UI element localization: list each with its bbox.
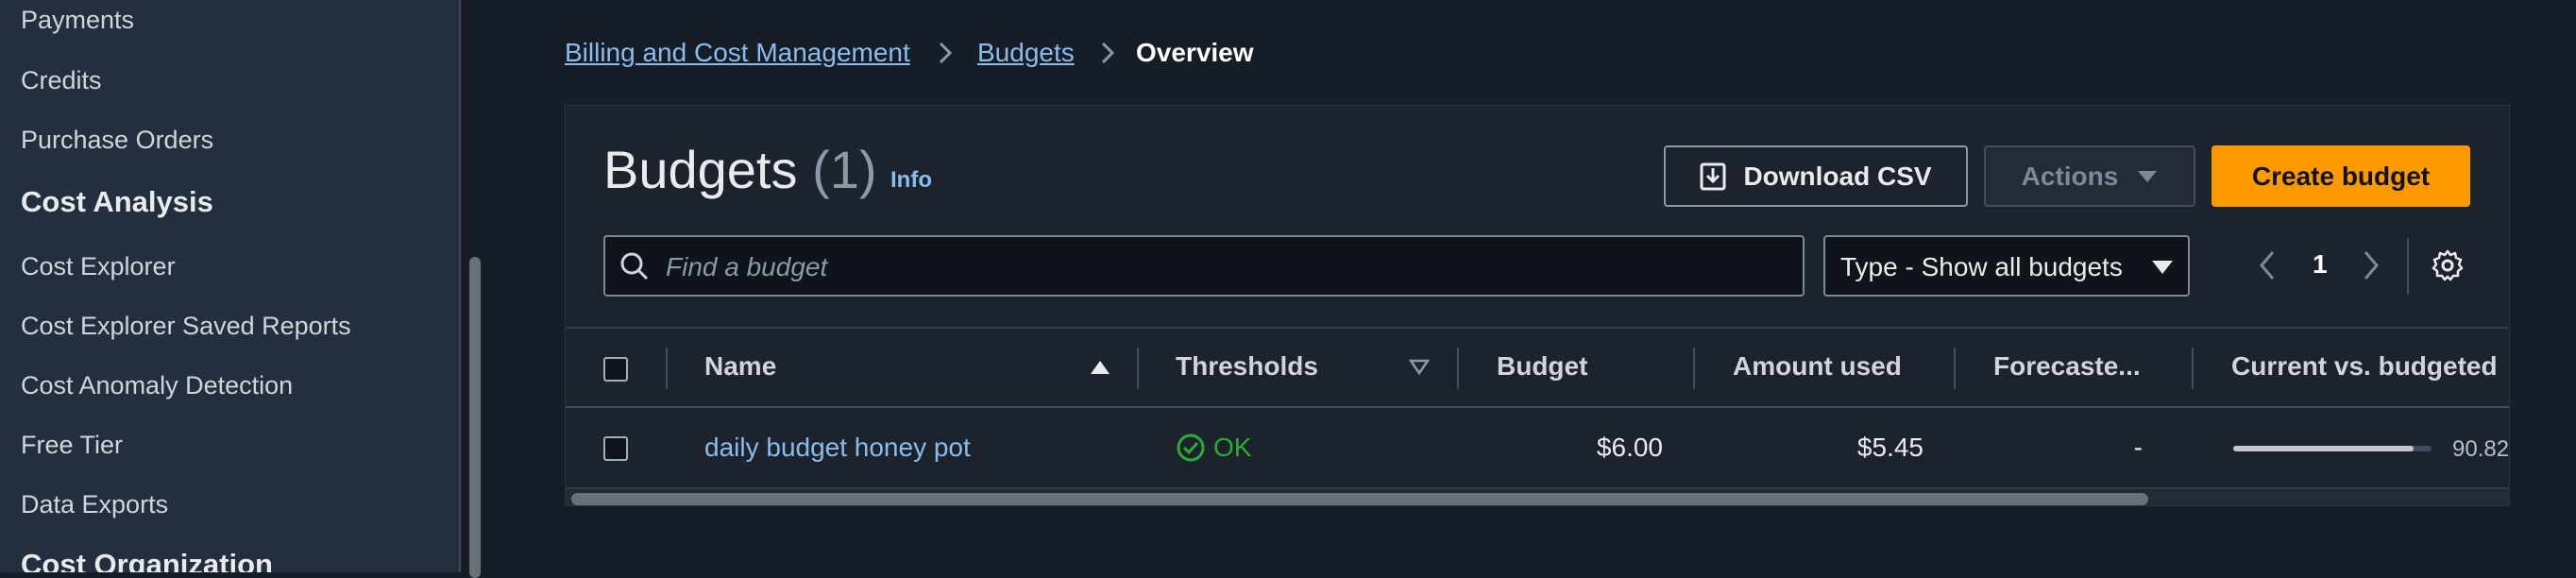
- amount-used: $5.45: [1856, 433, 1924, 462]
- sidebar-item-purchase-orders[interactable]: Purchase Orders: [21, 126, 213, 155]
- column-divider: [2192, 348, 2194, 389]
- page-title: Budgets (1): [603, 139, 877, 200]
- column-header-forecasted[interactable]: Forecaste...: [1993, 351, 2141, 382]
- sidebar-item-credits[interactable]: Credits: [21, 66, 102, 95]
- download-csv-label: Download CSV: [1743, 161, 1932, 191]
- current-page-number[interactable]: 1: [2313, 249, 2328, 280]
- chevron-right-icon: [1101, 42, 1115, 64]
- breadcrumb-budgets-link[interactable]: Budgets: [977, 38, 1075, 68]
- budgets-table-card: Budgets (1) Info Download CSV Actions Cr…: [565, 105, 2510, 506]
- actions-label: Actions: [2021, 161, 2119, 191]
- info-link[interactable]: Info: [890, 167, 932, 194]
- column-divider: [1457, 348, 1459, 389]
- sidebar-item-data-exports[interactable]: Data Exports: [21, 490, 168, 519]
- sidebar-section-cost-analysis: Cost Analysis: [21, 185, 213, 218]
- budget-type-select-value: Type - Show all budgets: [1840, 252, 2123, 281]
- sidebar-item-payments[interactable]: Payments: [21, 6, 134, 35]
- budget-name-link[interactable]: daily budget honey pot: [704, 433, 971, 463]
- column-header-name[interactable]: Name: [704, 351, 776, 382]
- search-input[interactable]: Find a budget: [603, 235, 1805, 297]
- download-csv-button[interactable]: Download CSV: [1664, 145, 1968, 207]
- current-vs-budgeted-progress-bar: [2233, 446, 2432, 451]
- table-header: Name Thresholds Budget Amount used Forec…: [566, 327, 2509, 408]
- sidebar-nav: Payments Credits Purchase Orders Cost An…: [0, 0, 461, 572]
- select-all-checkbox[interactable]: [603, 357, 628, 382]
- column-divider: [1693, 348, 1695, 389]
- pagination-divider: [2407, 238, 2409, 295]
- current-vs-budgeted-value: 90.82: [2452, 436, 2510, 462]
- chevron-right-icon: [939, 42, 953, 64]
- forecasted-amount: -: [2133, 433, 2143, 462]
- sidebar-item-cost-explorer-saved-reports[interactable]: Cost Explorer Saved Reports: [21, 312, 351, 341]
- caret-down-icon: [2138, 170, 2158, 182]
- budget-type-select[interactable]: Type - Show all budgets: [1823, 235, 2190, 297]
- sidebar-item-cost-explorer[interactable]: Cost Explorer: [21, 252, 176, 281]
- table-row: daily budget honey pot OK $6.00 $5.45 - …: [566, 408, 2510, 489]
- budget-count: (1): [812, 140, 877, 199]
- column-header-budget[interactable]: Budget: [1497, 351, 1587, 382]
- search-icon: [620, 252, 649, 280]
- progress-bar-fill: [2233, 446, 2414, 451]
- previous-page-icon[interactable]: [2256, 248, 2279, 282]
- sidebar-scrollbar-thumb[interactable]: [469, 257, 481, 578]
- table-horizontal-scrollbar[interactable]: [566, 489, 2509, 505]
- table-horizontal-scrollbar-thumb[interactable]: [571, 493, 2148, 505]
- budget-amount: $6.00: [1596, 433, 1663, 462]
- column-divider: [1137, 348, 1139, 389]
- search-placeholder: Find a budget: [666, 252, 828, 281]
- column-header-current-vs-budgeted[interactable]: Current vs. budgeted: [2231, 351, 2498, 382]
- gear-icon[interactable]: [2431, 248, 2465, 282]
- column-header-amount-used[interactable]: Amount used: [1733, 351, 1902, 382]
- status-ok-icon: [1177, 434, 1205, 462]
- breadcrumb-billing-link[interactable]: Billing and Cost Management: [565, 38, 910, 68]
- column-header-thresholds[interactable]: Thresholds: [1176, 351, 1318, 382]
- row-select-checkbox[interactable]: [603, 436, 628, 461]
- sidebar-item-cost-anomaly-detection[interactable]: Cost Anomaly Detection: [21, 371, 293, 400]
- threshold-status: OK: [1213, 433, 1252, 462]
- sort-ascending-icon[interactable]: [1090, 359, 1110, 376]
- sort-icon[interactable]: [1409, 359, 1430, 376]
- create-budget-button[interactable]: Create budget: [2212, 145, 2470, 207]
- column-divider: [1954, 348, 1956, 389]
- download-icon: [1700, 162, 1726, 190]
- next-page-icon[interactable]: [2360, 248, 2382, 282]
- actions-dropdown-button[interactable]: Actions: [1984, 145, 2195, 207]
- page-title-text: Budgets: [603, 140, 798, 199]
- caret-down-icon: [2152, 261, 2173, 274]
- breadcrumb-current: Overview: [1136, 38, 1254, 67]
- sidebar-item-free-tier[interactable]: Free Tier: [21, 431, 123, 460]
- column-divider: [666, 348, 668, 389]
- sidebar-section-cost-organization: Cost Organization: [21, 548, 273, 572]
